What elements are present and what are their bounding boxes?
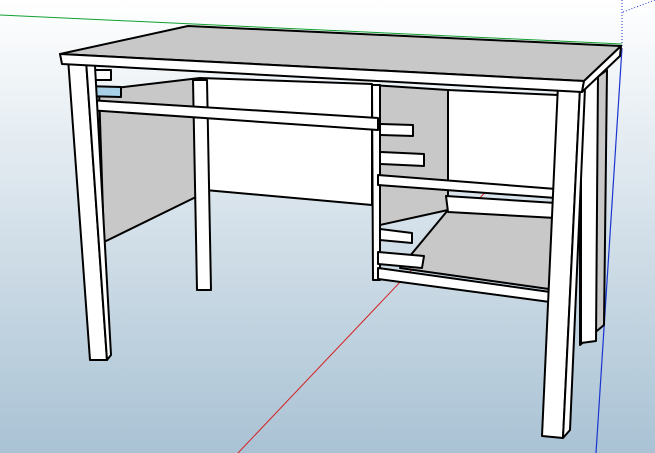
back-panel[interactable] <box>199 77 373 206</box>
pull-4[interactable] <box>377 251 425 269</box>
pedestal-back[interactable] <box>447 89 559 193</box>
pull-2[interactable] <box>379 151 425 167</box>
3d-viewport[interactable] <box>0 0 655 453</box>
desk-model-scene[interactable] <box>0 0 655 453</box>
pull-1[interactable] <box>379 123 414 137</box>
